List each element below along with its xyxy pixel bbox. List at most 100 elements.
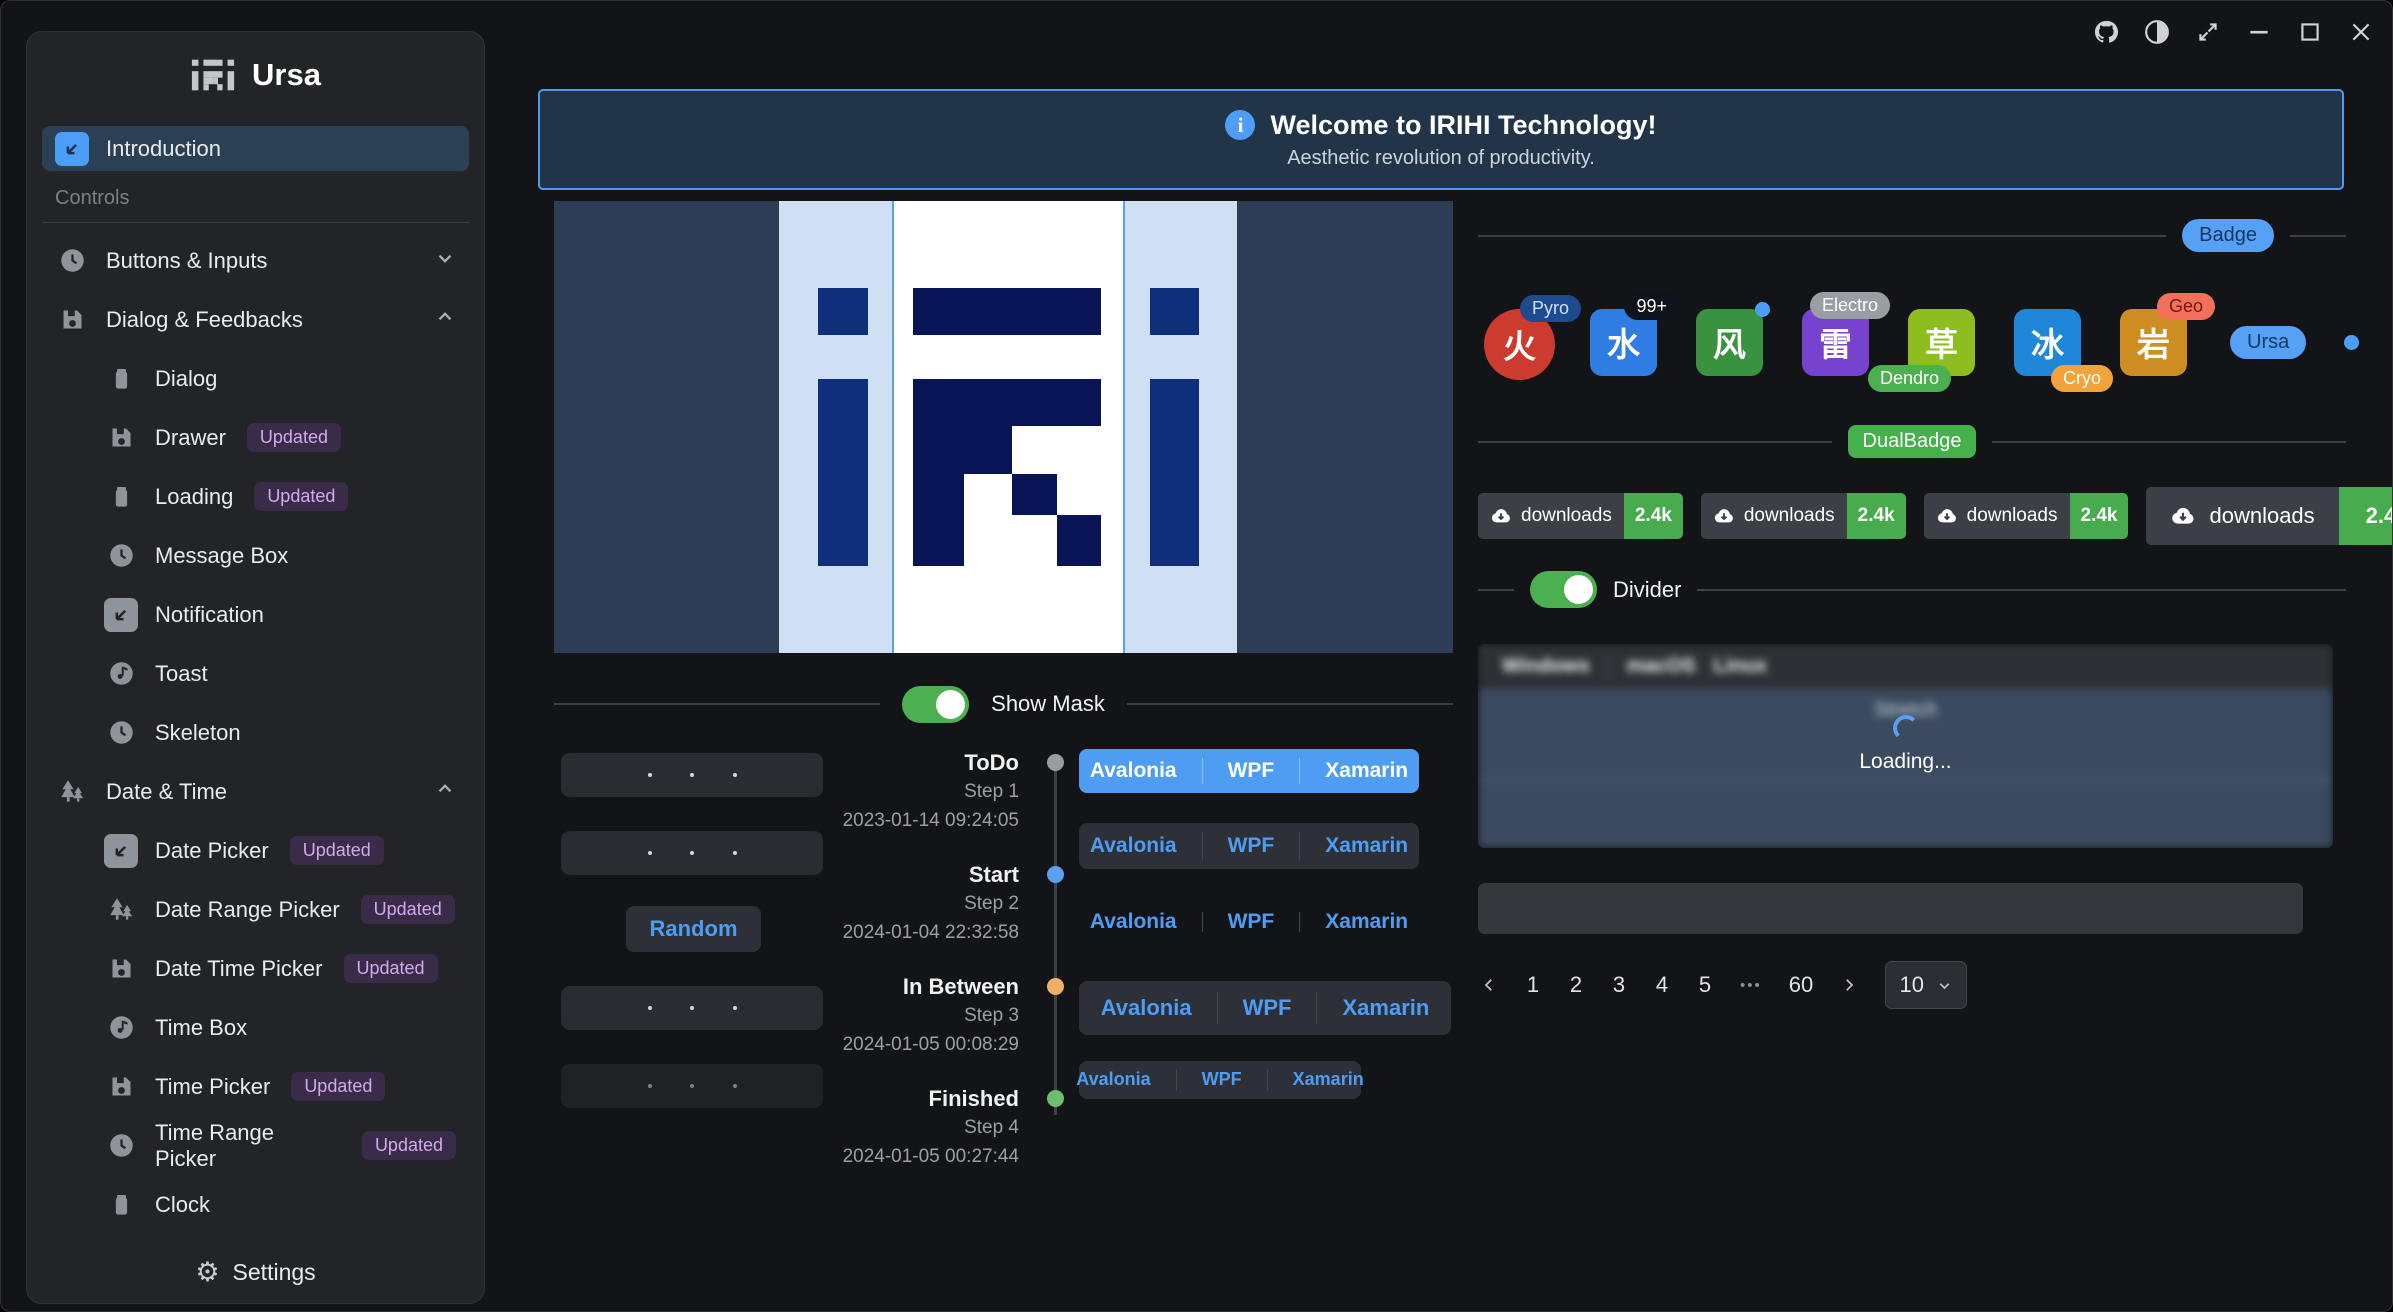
sidebar-nav: Introduction Controls Buttons & Inputs D… [42,126,469,1239]
time-box-input[interactable] [561,986,823,1030]
timeline-dot [1047,754,1064,771]
sidebar-item-skeleton[interactable]: Skeleton [42,710,469,755]
theme-toggle-icon[interactable] [2142,17,2172,47]
button-group-solid: AvaloniaWPFXamarin [1079,749,1419,793]
time-box-input[interactable] [561,831,823,875]
floppy-icon [104,421,138,455]
avalonia-button[interactable]: Avalonia [1065,832,1202,860]
wind-element-icon: 风 [1696,309,1763,376]
intro-left-column: Show Mask Random ToDo Step 1 2023-01-14 … [554,201,1453,1206]
maximize-icon[interactable] [2295,17,2325,47]
music-note-icon [104,1011,138,1045]
settings-label: Settings [233,1259,316,1286]
divider-line [1478,589,1514,591]
sidebar-item-dialog[interactable]: Dialog [42,356,469,401]
badge-demo-row: 火 Pyro 水 99+ 风 雷 Electro 草 Dendro 冰 Cryo [1484,297,2359,387]
sidebar-item-toast[interactable]: Toast [42,651,469,696]
updated-badge: Updated [290,836,384,865]
time-box-input[interactable] [561,753,823,797]
timeline-dot [1047,978,1064,995]
page-button-5[interactable]: 5 [1697,972,1713,998]
arrow-square-icon [104,834,138,868]
sidebar-item-message-box[interactable]: Message Box [42,533,469,578]
sidebar-item-introduction[interactable]: Introduction [42,126,469,171]
wpf-button[interactable]: WPF [1176,1069,1267,1092]
sidebar-item-dialog-feedbacks[interactable]: Dialog & Feedbacks [42,297,469,342]
intro-demo-area: Random ToDo Step 1 2023-01-14 09:24:05 S… [554,741,1453,1206]
next-page-button[interactable] [1840,976,1858,994]
timeline-entry-todo: ToDo Step 1 2023-01-14 09:24:05 [804,749,1071,835]
sidebar-item-date-range-picker[interactable]: Date Range Picker Updated [42,887,469,932]
titlebar [2091,17,2376,47]
wpf-button[interactable]: WPF [1217,992,1317,1024]
sidebar-item-loading[interactable]: Loading Updated [42,474,469,519]
wpf-button[interactable]: WPF [1202,832,1300,860]
badge-item-electro: 雷 Electro [1802,309,1869,376]
sidebar-item-drawer[interactable]: Drawer Updated [42,415,469,460]
sidebar-item-date-time-picker[interactable]: Date Time Picker Updated [42,946,469,991]
clock-icon [104,539,138,573]
sidebar-item-buttons-inputs[interactable]: Buttons & Inputs [42,238,469,283]
sidebar-item-time-box[interactable]: Time Box [42,1005,469,1050]
button-group-borderless: AvaloniaWPFXamarin [1079,905,1419,939]
badge-item-cryo: 冰 Cryo [2014,309,2081,376]
electro-badge: Electro [1810,292,1890,319]
avalonia-button[interactable]: Avalonia [1065,758,1202,784]
timeline-entry-finished: Finished Step 4 2024-01-05 00:27:44 [804,1085,1071,1171]
random-button[interactable]: Random [626,906,761,952]
button-group-dark-small: AvaloniaWPFXamarin [1079,1061,1361,1099]
divider-line [554,703,880,705]
tab-separator [1608,655,1609,679]
divider-line [1478,441,1832,443]
badge-item-pyro: 火 Pyro [1484,309,1551,376]
time-box-input-disabled[interactable] [561,1064,823,1108]
updated-badge: Updated [362,1131,456,1160]
wpf-button[interactable]: WPF [1202,912,1300,932]
wpf-button[interactable]: WPF [1202,758,1300,784]
show-mask-toggle[interactable] [902,686,969,723]
page-button-2[interactable]: 2 [1568,972,1584,998]
tab-windows[interactable]: Windows [1502,655,1590,678]
sidebar-item-notification[interactable]: Notification [42,592,469,637]
loading-text: Loading... [1859,750,1951,774]
tab-linux[interactable]: Linux [1714,655,1767,678]
xamarin-button[interactable]: Xamarin [1299,912,1433,932]
page-button-60[interactable]: 60 [1789,972,1813,998]
page-button-1[interactable]: 1 [1525,972,1541,998]
avalonia-button[interactable]: Avalonia [1051,1069,1175,1092]
avalonia-button[interactable]: Avalonia [1065,912,1202,932]
xamarin-button[interactable]: Xamarin [1299,758,1433,784]
app-title: Ursa [252,57,321,93]
page-size-select[interactable]: 10 [1885,961,1967,1009]
xamarin-button[interactable]: Xamarin [1316,992,1454,1024]
sidebar-item-time-range-picker[interactable]: Time Range Picker Updated [42,1123,469,1168]
info-icon: i [1225,110,1255,140]
settings-button[interactable]: ⚙ Settings [27,1241,484,1303]
cloud-download-icon [1936,505,1958,527]
close-icon[interactable] [2346,17,2376,47]
downloads-badge-large: downloads 2.4k [2146,487,2393,545]
dot-badge [1755,302,1770,317]
sidebar-item-date-picker[interactable]: Date Picker Updated [42,828,469,873]
github-icon[interactable] [2091,17,2121,47]
sidebar-item-date-time[interactable]: Date & Time [42,769,469,814]
xamarin-button[interactable]: Xamarin [1299,832,1433,860]
pagination-ellipsis[interactable]: ••• [1740,977,1762,994]
fullscreen-icon[interactable] [2193,17,2223,47]
pyro-badge: Pyro [1520,295,1581,322]
previous-page-button[interactable] [1480,976,1498,994]
sidebar-item-time-picker[interactable]: Time Picker Updated [42,1064,469,1109]
banner-subtitle: Aesthetic revolution of productivity. [1287,147,1595,170]
page-button-4[interactable]: 4 [1654,972,1670,998]
divider-toggle[interactable] [1530,571,1597,608]
geo-badge: Geo [2157,293,2215,320]
minimize-icon[interactable] [2244,17,2274,47]
page-button-3[interactable]: 3 [1611,972,1627,998]
divider-demo-label: Divider [1613,577,1681,603]
xamarin-button[interactable]: Xamarin [1267,1069,1389,1092]
avalonia-button[interactable]: Avalonia [1076,992,1217,1024]
button-group-dark-large: AvaloniaWPFXamarin [1079,981,1451,1035]
sidebar-item-clock[interactable]: Clock [42,1182,469,1227]
count-badge: 99+ [1624,293,1679,320]
tab-macos[interactable]: macOS [1627,655,1696,678]
